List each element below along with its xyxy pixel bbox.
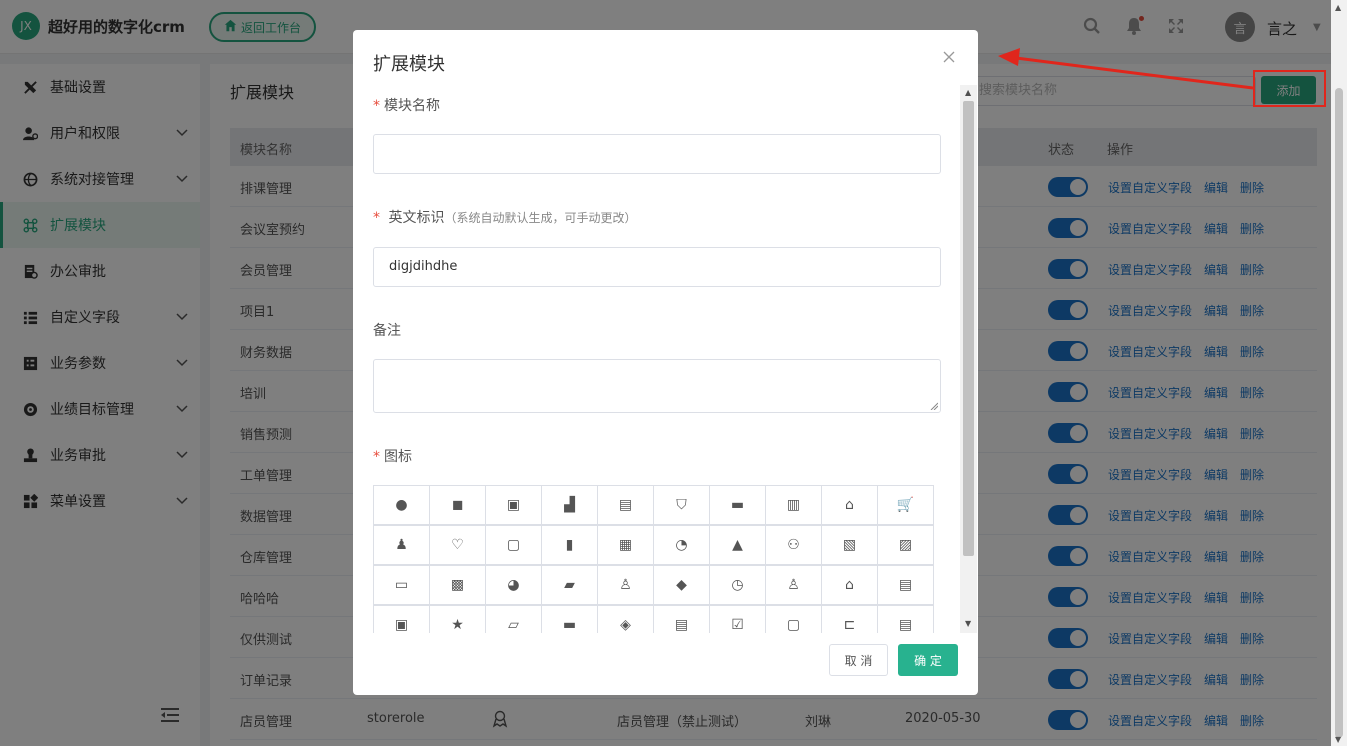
pie-chart-icon[interactable]: ◕: [485, 565, 542, 605]
column-chart-icon[interactable]: ▮: [541, 525, 598, 565]
stamp-icon[interactable]: ♟: [373, 525, 430, 565]
document-icon[interactable]: ▤: [597, 485, 654, 525]
edit-doc-icon[interactable]: ▤: [653, 605, 710, 633]
tag-icon[interactable]: ◆: [653, 565, 710, 605]
checkbox-icon[interactable]: ☑: [709, 605, 766, 633]
module-name-input[interactable]: [373, 134, 941, 174]
storefront-icon[interactable]: ▧: [821, 525, 878, 565]
star-icon[interactable]: ★: [429, 605, 486, 633]
dialog-body: * 模块名称 * 英文标识（系统自动默认生成，可手动更改） digjdihdhe …: [353, 85, 978, 633]
car-icon[interactable]: ▰: [541, 565, 598, 605]
dialog-scrollbar-thumb[interactable]: [963, 101, 974, 556]
printer-icon[interactable]: ▬: [709, 485, 766, 525]
confirm-button[interactable]: 确 定: [898, 644, 958, 676]
remark-label: 备注: [373, 323, 401, 339]
dialog-scrollbar[interactable]: ▲ ▼: [960, 85, 977, 633]
lock-icon[interactable]: ▢: [765, 605, 822, 633]
layers-icon[interactable]: ◈: [597, 605, 654, 633]
close-icon[interactable]: [942, 50, 958, 66]
film-icon[interactable]: ▩: [429, 565, 486, 605]
english-id-hint: （系统自动默认生成，可手动更改）: [444, 211, 637, 225]
clipboard-check-icon[interactable]: ▤: [877, 565, 934, 605]
clipboard-icon[interactable]: ▢: [485, 525, 542, 565]
contact-card-icon[interactable]: ▣: [485, 485, 542, 525]
user-badge-icon[interactable]: ♙: [597, 565, 654, 605]
extension-module-dialog: 扩展模块 * 模块名称 * 英文标识（系统自动默认生成，可手动更改） digjdi…: [353, 30, 978, 695]
wallet-icon[interactable]: ◼: [429, 485, 486, 525]
shield-round-icon[interactable]: ●: [373, 485, 430, 525]
english-id-label: * 英文标识（系统自动默认生成，可手动更改）: [373, 210, 637, 226]
invoice-icon[interactable]: ▤: [877, 605, 934, 633]
badge-star-icon[interactable]: ⛉: [653, 485, 710, 525]
icon-label: * 图标: [373, 449, 412, 465]
cancel-button[interactable]: 取 消: [829, 644, 888, 676]
receipt-icon[interactable]: ▬: [541, 605, 598, 633]
save-icon[interactable]: ▣: [373, 605, 430, 633]
remark-textarea[interactable]: [373, 359, 941, 413]
cart-icon[interactable]: 🛒: [877, 485, 934, 525]
inbox-icon[interactable]: ▥: [765, 485, 822, 525]
medal-icon[interactable]: ⚇: [765, 525, 822, 565]
notepad-icon[interactable]: ▦: [597, 525, 654, 565]
bank-icon[interactable]: ⌂: [821, 565, 878, 605]
home-store-icon[interactable]: ⌂: [821, 485, 878, 525]
heart-handshake-icon[interactable]: ♡: [429, 525, 486, 565]
dialog-title: 扩展模块: [373, 54, 445, 75]
clapper-icon[interactable]: ▱: [485, 605, 542, 633]
resize-grip-icon[interactable]: [930, 402, 938, 410]
page-scrollbar[interactable]: ▲ ▼: [1331, 0, 1347, 746]
card-wallet-icon[interactable]: ▭: [373, 565, 430, 605]
scroll-down-icon[interactable]: ▼: [1335, 735, 1341, 744]
refresh-clock-icon[interactable]: ◔: [653, 525, 710, 565]
english-id-input[interactable]: digjdihdhe: [373, 247, 941, 287]
graduation-icon[interactable]: ▲: [709, 525, 766, 565]
module-name-label: * 模块名称: [373, 98, 440, 114]
icon-picker-grid: ● ◼ ▣ ▟ ▤ ⛉ ▬ ▥ ⌂ 🛒 ♟ ♡ ▢ ▮ ▦ ◔ ▲ ⚇ ▧ ▨ ▭ ▩ ◕ ▰ ♙ ◆ ◷ ♙ ⌂ ▤ ▣ ★ ▱ ▬ ◈ ▤ ☑ ▢ ⊏ ▤: [373, 485, 935, 633]
scroll-up-icon[interactable]: ▲: [965, 88, 971, 97]
add-user-icon[interactable]: ♙: [765, 565, 822, 605]
page-scrollbar-thumb[interactable]: [1335, 88, 1343, 738]
scroll-down-icon[interactable]: ▼: [965, 619, 971, 628]
history-icon[interactable]: ◷: [709, 565, 766, 605]
link-icon[interactable]: ⊏: [821, 605, 878, 633]
scroll-up-icon[interactable]: ▲: [1335, 3, 1341, 12]
id-card-icon[interactable]: ▨: [877, 525, 934, 565]
bar-chart-icon[interactable]: ▟: [541, 485, 598, 525]
